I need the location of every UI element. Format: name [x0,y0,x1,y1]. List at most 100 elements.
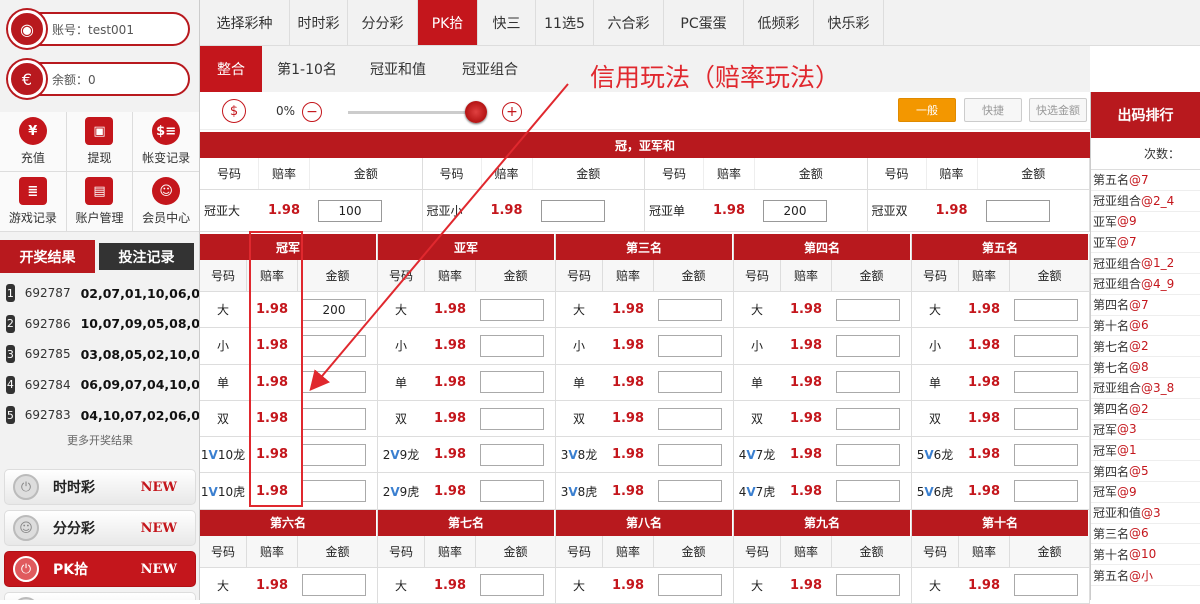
tab-lottery-2[interactable]: 分分彩 [348,0,418,45]
quick-action-4[interactable]: ▤ 账户管理 [66,172,134,232]
bet-amount-input[interactable] [480,574,544,597]
tab-playtype-2[interactable]: 冠亚和值 [352,46,444,92]
more-results-link[interactable]: 更多开奖结果 [0,432,199,448]
rebate-slider[interactable] [348,111,476,114]
smile-icon: ☺ [13,515,39,541]
plus-button[interactable]: + [502,102,522,122]
bet-amount-input[interactable] [480,371,544,394]
bet-amount-input[interactable] [302,334,366,357]
bet-amount-input[interactable]: 200 [302,298,366,321]
bet-amount-input[interactable] [658,334,722,357]
bet-amount-input[interactable] [836,407,900,430]
bet-odds: 1.98 [967,483,1001,499]
ranking-value: @7 [1117,235,1137,250]
tab-lottery-5[interactable]: 11选5 [536,0,594,45]
tab-lottery-9[interactable]: 快乐彩 [814,0,884,45]
bet-amount-input[interactable] [836,443,900,466]
bet-amount-input[interactable] [836,371,900,394]
bet-key: 1V10虎 [200,483,246,500]
sum-section-title: 冠，亚军和 [200,132,1090,158]
bet-amount-input[interactable] [985,199,1050,222]
sum-bet-cell: 冠亚双 1.98 [868,190,1090,231]
bet-amount-input[interactable] [1014,480,1078,503]
mode-fast-amount-button[interactable]: 快选金额 [1029,98,1087,122]
result-row[interactable]: 4 692784 06,09,07,04,10,0 [0,370,199,401]
bet-amount-input[interactable]: 200 [763,199,827,222]
tab-lottery-8[interactable]: 低频彩 [744,0,814,45]
result-row[interactable]: 3 692785 03,08,05,02,10,0 [0,339,199,370]
bet-amount-input[interactable] [302,407,366,430]
quick-action-0[interactable]: ¥ 充值 [0,112,67,172]
game-menu-item[interactable]: ⏻低频彩 [4,592,196,600]
tab-draw-results[interactable]: 开奖结果 [0,240,95,273]
bet-amount-input[interactable] [658,574,722,597]
header-odds: 赔率 [780,260,832,291]
bet-row: 大 1.98 [912,292,1089,329]
bet-amount-input[interactable] [658,480,722,503]
bet-row: 单 1.98 [734,365,911,401]
bet-row: 大 1.98 [912,568,1089,604]
position-column: 第八名 号码 赔率 金额大 1.98 [556,509,734,604]
ranking-item: 冠亚组合 @3_8 [1091,378,1200,399]
bet-amount-input[interactable] [480,407,544,430]
quick-action-3[interactable]: ≣ 游戏记录 [0,172,67,232]
vs-mark: V [924,448,934,463]
bet-amount-input[interactable] [658,298,722,321]
result-row[interactable]: 2 692786 10,07,09,05,08,0 [0,309,199,340]
tab-lottery-4[interactable]: 快三 [478,0,536,45]
bet-amount-input[interactable] [480,334,544,357]
quick-action-1[interactable]: ▣ 提现 [66,112,134,172]
slider-knob[interactable] [465,101,487,123]
vs-mark: V [568,448,578,463]
game-menu-item[interactable]: ⏻ 时时彩 NEW [4,469,196,505]
bet-amount-input[interactable] [836,334,900,357]
tab-playtype-1[interactable]: 第1-10名 [262,46,352,92]
bet-amount-input[interactable] [658,443,722,466]
tab-lottery-3[interactable]: PK拾 [418,0,478,45]
header-amount: 金额 [1021,167,1046,181]
tab-playtype-3[interactable]: 冠亚组合 [444,46,536,92]
minus-button[interactable]: − [302,102,322,122]
bet-amount-input[interactable] [1014,574,1078,597]
bet-amount-input[interactable] [302,574,366,597]
vs-right: 8龙 [577,448,598,463]
bet-amount-input[interactable] [836,298,900,321]
tab-lottery-6[interactable]: 六合彩 [594,0,664,45]
bet-amount-input[interactable] [540,199,605,222]
bet-amount-input[interactable] [658,407,722,430]
bet-amount-input[interactable] [1014,371,1078,394]
bet-amount-input[interactable] [836,574,900,597]
tab-bet-records[interactable]: 投注记录 [99,243,194,270]
bet-amount-input[interactable] [302,371,366,394]
bet-amount-input[interactable] [658,371,722,394]
bet-amount-input[interactable] [480,480,544,503]
betting-content: 冠，亚军和 号码 赔率 金额 号码 赔率 金额 号码 赔率 金额 号码 赔率 金额 冠亚大 1.98 10… [200,132,1090,604]
position-header-row: 号码 赔率 金额 [556,260,733,292]
mode-fast-button[interactable]: 快捷 [964,98,1022,122]
bet-amount-input[interactable] [836,480,900,503]
game-menu-item[interactable]: ☺ 分分彩 NEW [4,510,196,546]
bet-amount-input[interactable] [302,480,366,503]
tab-lottery-1[interactable]: 时时彩 [290,0,348,45]
bet-amount-input[interactable] [1014,298,1078,321]
bet-amount-input[interactable] [302,443,366,466]
result-row[interactable]: 1 692787 02,07,01,10,06,0 [0,278,199,309]
bet-key: 大 [928,578,941,593]
quick-action-2[interactable]: $≡ 帐变记录 [133,112,199,172]
ranking-name: 冠亚组合 [1093,277,1142,292]
tab-lottery-0[interactable]: 选择彩种 [200,0,290,45]
result-row[interactable]: 5 692783 04,10,07,02,06,0 [0,400,199,431]
bet-amount-input[interactable] [1014,443,1078,466]
bet-amount-input[interactable] [1014,334,1078,357]
tab-playtype-0[interactable]: 整合 [200,46,262,92]
dollar-icon[interactable]: $ [222,99,246,123]
euro-icon: € [8,60,46,98]
bet-amount-input[interactable] [1014,407,1078,430]
bet-amount-input[interactable]: 100 [318,199,382,222]
game-menu-item[interactable]: ⏻ PK拾 NEW [4,551,196,587]
mode-normal-button[interactable]: 一般 [898,98,956,122]
bet-amount-input[interactable] [480,443,544,466]
tab-lottery-7[interactable]: PC蛋蛋 [664,0,744,45]
quick-action-5[interactable]: ☺ 会员中心 [133,172,199,232]
bet-amount-input[interactable] [480,298,544,321]
